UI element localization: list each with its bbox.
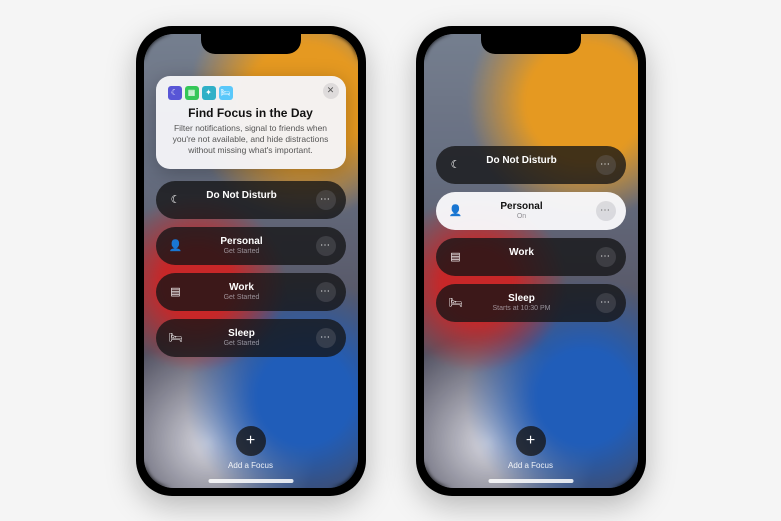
person-icon: 👤: [448, 204, 464, 217]
close-icon[interactable]: ✕: [323, 83, 339, 99]
more-icon[interactable]: ⋯: [596, 293, 616, 313]
focus-work[interactable]: ▤ Work ⋯: [436, 238, 626, 276]
focus-subtitle: [184, 202, 300, 210]
focus-subtitle: On: [464, 213, 580, 221]
more-icon[interactable]: ⋯: [316, 190, 336, 210]
focus-do-not-disturb[interactable]: ☾ Do Not Disturb ⋯: [436, 146, 626, 184]
more-icon[interactable]: ⋯: [316, 282, 336, 302]
add-focus: + Add a Focus: [436, 426, 626, 478]
focus-subtitle: [464, 259, 580, 267]
add-focus-label: Add a Focus: [228, 461, 273, 470]
bed-icon: 🛏: [219, 86, 233, 100]
focus-title: Work: [184, 282, 300, 293]
info-card: ✕ ☾ ▦ ✦ 🛏 Find Focus in the Day Filter n…: [156, 76, 346, 169]
focus-personal[interactable]: 👤 Personal Get Started ⋯: [156, 227, 346, 265]
screen: ☾ Do Not Disturb ⋯ 👤 Personal On ⋯: [424, 34, 638, 488]
focus-panel: ✕ ☾ ▦ ✦ 🛏 Find Focus in the Day Filter n…: [144, 34, 358, 488]
focus-title: Sleep: [464, 293, 580, 304]
more-icon[interactable]: ⋯: [316, 236, 336, 256]
info-desc: Filter notifications, signal to friends …: [168, 123, 334, 157]
screen: ✕ ☾ ▦ ✦ 🛏 Find Focus in the Day Filter n…: [144, 34, 358, 488]
info-title: Find Focus in the Day: [168, 106, 334, 120]
phone-right: ☾ Do Not Disturb ⋯ 👤 Personal On ⋯: [416, 26, 646, 496]
focus-subtitle: Get Started: [184, 340, 300, 348]
focus-list: ☾ Do Not Disturb ⋯ 👤 Personal Get Starte…: [156, 181, 346, 357]
home-indicator[interactable]: [208, 479, 293, 483]
focus-title: Work: [464, 247, 580, 258]
focus-panel: ☾ Do Not Disturb ⋯ 👤 Personal On ⋯: [424, 34, 638, 488]
add-focus-label: Add a Focus: [508, 461, 553, 470]
focus-sleep[interactable]: 🛏 Sleep Starts at 10:30 PM ⋯: [436, 284, 626, 322]
person-icon: 👤: [168, 239, 184, 252]
add-focus-button[interactable]: +: [516, 426, 546, 456]
more-icon[interactable]: ⋯: [316, 328, 336, 348]
focus-subtitle: [464, 167, 580, 175]
bed-icon: 🛏: [448, 296, 464, 309]
focus-sleep[interactable]: 🛏 Sleep Get Started ⋯: [156, 319, 346, 357]
focus-do-not-disturb[interactable]: ☾ Do Not Disturb ⋯: [156, 181, 346, 219]
briefcase-icon: ▤: [168, 285, 184, 298]
focus-work[interactable]: ▤ Work Get Started ⋯: [156, 273, 346, 311]
more-icon[interactable]: ⋯: [596, 201, 616, 221]
focus-title: Personal: [184, 236, 300, 247]
info-icons-row: ☾ ▦ ✦ 🛏: [168, 86, 334, 100]
add-focus: + Add a Focus: [156, 426, 346, 478]
moon-icon: ☾: [168, 193, 184, 206]
focus-title: Sleep: [184, 328, 300, 339]
calendar-icon: ▦: [185, 86, 199, 100]
focus-personal[interactable]: 👤 Personal On ⋯: [436, 192, 626, 230]
focus-title: Do Not Disturb: [184, 190, 300, 201]
moon-icon: ☾: [448, 158, 464, 171]
moon-icon: ☾: [168, 86, 182, 100]
focus-subtitle: Starts at 10:30 PM: [464, 305, 580, 313]
more-icon[interactable]: ⋯: [596, 247, 616, 267]
focus-subtitle: Get Started: [184, 248, 300, 256]
focus-list: ☾ Do Not Disturb ⋯ 👤 Personal On ⋯: [436, 146, 626, 322]
phone-left: ✕ ☾ ▦ ✦ 🛏 Find Focus in the Day Filter n…: [136, 26, 366, 496]
briefcase-icon: ▤: [448, 250, 464, 263]
focus-subtitle: Get Started: [184, 294, 300, 302]
notch: [481, 34, 581, 54]
fitness-icon: ✦: [202, 86, 216, 100]
notch: [201, 34, 301, 54]
bed-icon: 🛏: [168, 331, 184, 344]
focus-title: Personal: [464, 201, 580, 212]
focus-title: Do Not Disturb: [464, 155, 580, 166]
add-focus-button[interactable]: +: [236, 426, 266, 456]
home-indicator[interactable]: [488, 479, 573, 483]
more-icon[interactable]: ⋯: [596, 155, 616, 175]
